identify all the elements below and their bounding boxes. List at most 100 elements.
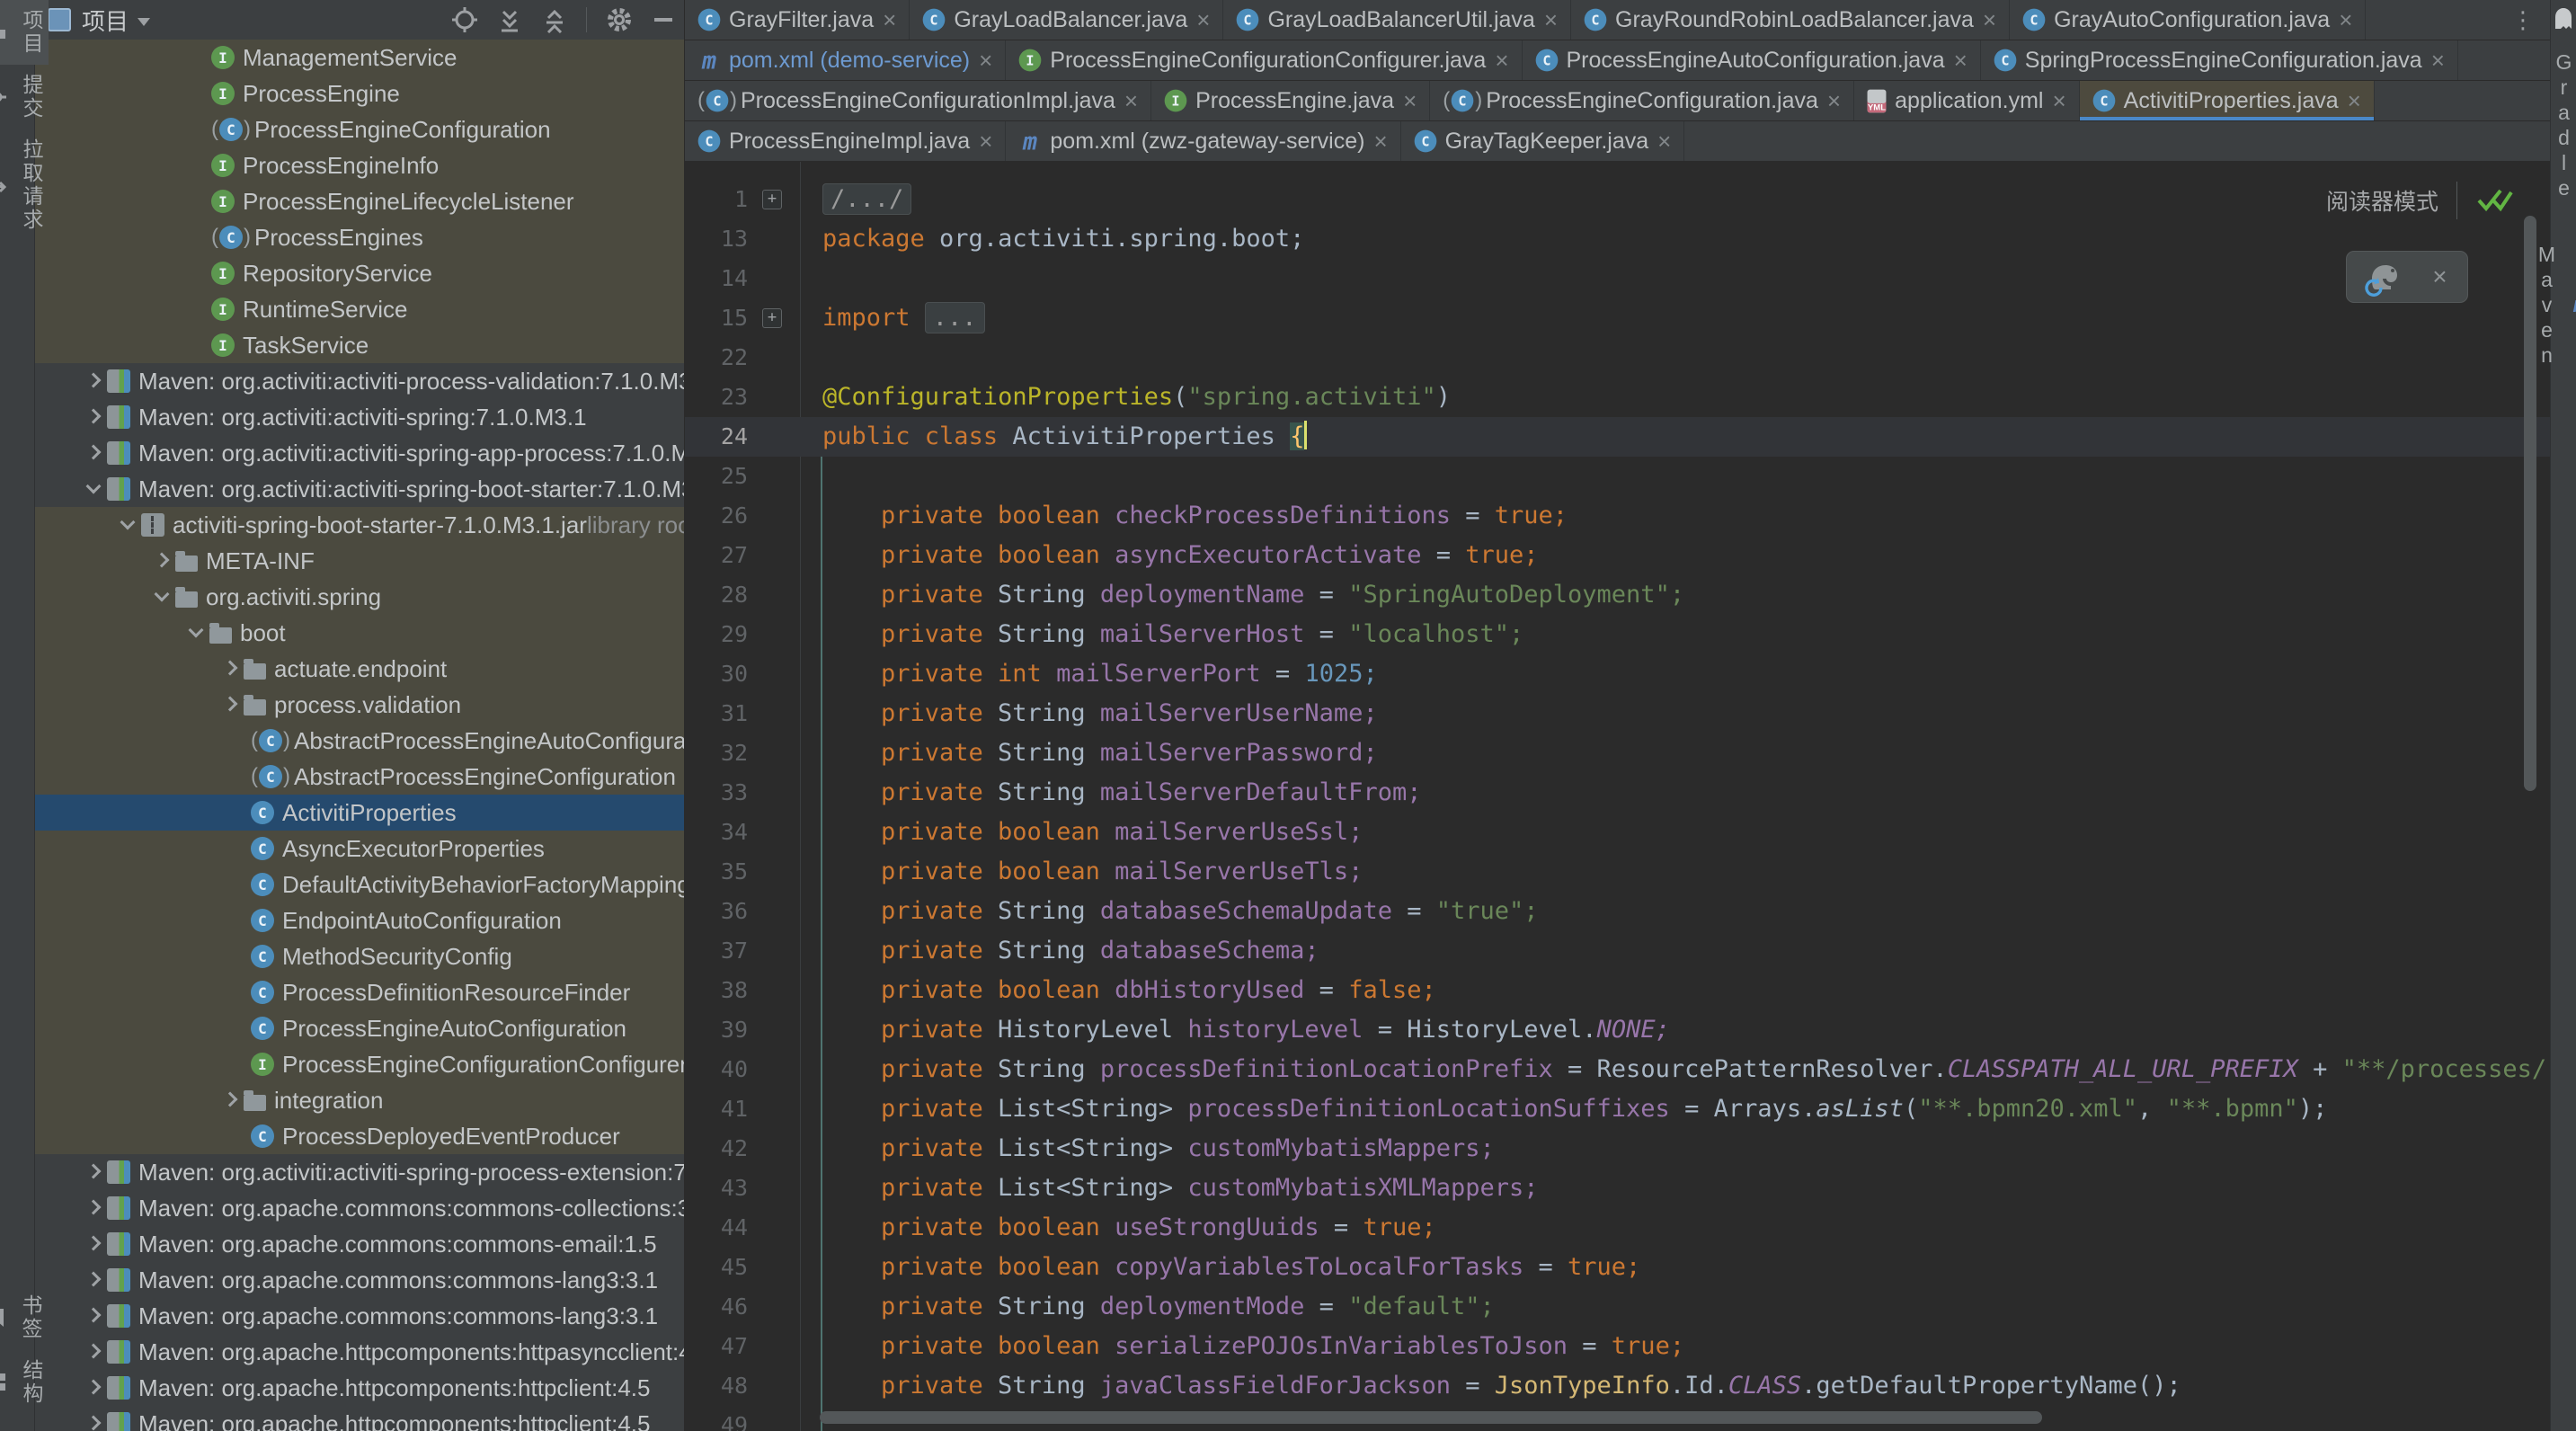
chevron-expanded-icon[interactable] (148, 583, 175, 610)
chevron-collapsed-icon[interactable] (148, 547, 175, 574)
settings-gear-icon[interactable] (605, 5, 634, 34)
tree-row[interactable]: CProcessDefinitionResourceFinder (35, 974, 684, 1010)
chevron-collapsed-icon[interactable] (80, 1302, 107, 1329)
toolwindow-gradle[interactable]: Gradle (2550, 41, 2576, 210)
code-line[interactable]: 33private String mailServerDefaultFrom; (685, 773, 2551, 813)
tree-row[interactable]: (C)AbstractProcessEngineConfiguration (35, 759, 684, 795)
tree-row[interactable]: Maven: org.activiti:activiti-spring-boot… (35, 471, 684, 507)
editor-tab[interactable]: CActivitiProperties.java× (2080, 81, 2375, 120)
code-line[interactable]: 24public class ActivitiProperties { (685, 417, 2551, 457)
inspections-ok-icon[interactable] (2475, 184, 2515, 217)
tree-row[interactable]: Maven: org.activiti:activiti-spring-app-… (35, 435, 684, 471)
chevron-collapsed-icon[interactable] (80, 1231, 107, 1258)
tab-close-icon[interactable]: × (979, 49, 992, 72)
tree-row[interactable]: (C)AbstractProcessEngineAutoConfiguratio… (35, 723, 684, 759)
chevron-collapsed-icon[interactable] (80, 1338, 107, 1365)
chevron-collapsed-icon[interactable] (217, 1087, 244, 1114)
code-line[interactable]: 30private int mailServerPort = 1025; (685, 654, 2551, 694)
tree-row[interactable]: IRepositoryService (35, 255, 684, 291)
code-line[interactable]: 41private List<String> processDefinition… (685, 1089, 2551, 1129)
editor-tab[interactable]: mpom.xml (zwz-gateway-service)× (1006, 121, 1400, 161)
editor-tab[interactable]: (C)ProcessEngineConfiguration.java× (1430, 81, 1854, 120)
tab-close-icon[interactable]: × (2431, 49, 2445, 72)
code-line[interactable]: 27private boolean asyncExecutorActivate … (685, 536, 2551, 575)
code-line[interactable]: 36private String databaseSchemaUpdate = … (685, 892, 2551, 931)
tree-row[interactable]: Maven: org.activiti:activiti-process-val… (35, 363, 684, 399)
code-line[interactable]: 35private boolean mailServerUseTls; (685, 852, 2551, 892)
tree-row[interactable]: activiti-spring-boot-starter-7.1.0.M3.1.… (35, 507, 684, 543)
code-line[interactable]: 40private String processDefinitionLocati… (685, 1050, 2551, 1089)
chevron-collapsed-icon[interactable] (80, 1374, 107, 1401)
toolwindow-maven[interactable]: m Maven (2533, 234, 2576, 378)
tab-close-icon[interactable]: × (1124, 89, 1138, 112)
gradle-reload-widget[interactable]: × (2346, 251, 2468, 303)
tree-row[interactable]: actuate.endpoint (35, 651, 684, 687)
code-line[interactable]: 23@ConfigurationProperties("spring.activ… (685, 378, 2551, 417)
code-line[interactable]: 29private String mailServerHost = "local… (685, 615, 2551, 654)
toolwindow-pull-requests[interactable]: 拉取请求 (0, 129, 49, 241)
tree-row[interactable]: CProcessDeployedEventProducer (35, 1118, 684, 1154)
code-line[interactable]: 31private String mailServerUserName; (685, 694, 2551, 733)
code-line[interactable]: 46private String deploymentMode = "defau… (685, 1287, 2551, 1327)
code-line[interactable]: 45private boolean copyVariablesToLocalFo… (685, 1248, 2551, 1287)
tree-row[interactable]: Maven: org.apache.httpcomponents:httpasy… (35, 1334, 684, 1370)
tree-row[interactable]: CProcessEngineAutoConfiguration (35, 1010, 684, 1046)
code-line[interactable]: 15+import ... (685, 298, 2551, 338)
tab-close-icon[interactable]: × (1827, 89, 1841, 112)
project-panel-title[interactable]: 项目 (82, 4, 129, 37)
editor-tab[interactable]: CGrayLoadBalancer.java× (910, 0, 1223, 40)
tab-close-icon[interactable]: × (2339, 8, 2352, 31)
chevron-collapsed-icon[interactable] (80, 368, 107, 395)
chevron-expanded-icon[interactable] (114, 511, 141, 538)
tree-row[interactable]: IProcessEngineConfigurationConfigurer (35, 1046, 684, 1082)
tree-row[interactable]: CAsyncExecutorProperties (35, 831, 684, 867)
reader-mode-label[interactable]: 阅读器模式 (2326, 184, 2438, 217)
tab-close-icon[interactable]: × (1657, 129, 1671, 153)
tree-row[interactable]: (C)ProcessEngines (35, 219, 684, 255)
code-line[interactable]: 14 (685, 259, 2551, 298)
editor-tab[interactable]: CGrayTagKeeper.java× (1401, 121, 1685, 161)
chevron-collapsed-icon[interactable] (217, 655, 244, 682)
tree-row[interactable]: Maven: org.apache.httpcomponents:httpcli… (35, 1406, 684, 1431)
tree-row[interactable]: CEndpointAutoConfiguration (35, 902, 684, 938)
tree-row[interactable]: boot (35, 615, 684, 651)
chevron-collapsed-icon[interactable] (80, 1267, 107, 1293)
toolwindow-bookmarks[interactable]: 书签 (0, 1285, 48, 1350)
tree-row[interactable]: CMethodSecurityConfig (35, 938, 684, 974)
code-line[interactable]: 13package org.activiti.spring.boot; (685, 219, 2551, 259)
fold-marker-icon[interactable]: + (762, 308, 782, 328)
tab-more-icon[interactable]: ⋮ (2511, 6, 2551, 34)
tab-close-icon[interactable]: × (1495, 49, 1508, 72)
tree-row[interactable]: META-INF (35, 543, 684, 579)
expand-all-icon[interactable] (496, 6, 523, 33)
editor-tab[interactable]: CGrayAutoConfiguration.java× (2010, 0, 2366, 40)
editor-tab[interactable]: IProcessEngineConfigurationConfigurer.ja… (1006, 40, 1522, 80)
toolwindow-commit[interactable]: 提交 (0, 65, 49, 129)
tab-close-icon[interactable]: × (2348, 89, 2361, 112)
hide-panel-icon[interactable] (652, 8, 675, 31)
close-icon[interactable]: × (2432, 262, 2447, 291)
tree-row[interactable]: (C)ProcessEngineConfiguration (35, 111, 684, 147)
tab-close-icon[interactable]: × (1983, 8, 1996, 31)
editor-tab[interactable]: (C)ProcessEngineConfigurationImpl.java× (685, 81, 1151, 120)
code-line[interactable]: 47private boolean serializePOJOsInVariab… (685, 1327, 2551, 1366)
tree-row[interactable]: Maven: org.activiti:activiti-spring:7.1.… (35, 399, 684, 435)
collapse-all-icon[interactable] (541, 6, 568, 33)
editor-tab[interactable]: CGrayFilter.java× (685, 0, 910, 40)
chevron-collapsed-icon[interactable] (80, 1195, 107, 1222)
tree-row[interactable]: IManagementService (35, 40, 684, 76)
code-line[interactable]: 22 (685, 338, 2551, 378)
toolwindow-project[interactable]: 项目 (0, 0, 49, 65)
code-line[interactable]: 42private List<String> customMybatisMapp… (685, 1129, 2551, 1169)
chevron-collapsed-icon[interactable] (80, 1410, 107, 1431)
code-editor[interactable]: 1+/.../13package org.activiti.spring.boo… (685, 162, 2551, 1431)
editor-tab[interactable]: IProcessEngine.java× (1151, 81, 1430, 120)
chevron-down-icon[interactable] (138, 18, 150, 26)
chevron-collapsed-icon[interactable] (80, 404, 107, 431)
code-line[interactable]: 38private boolean dbHistoryUsed = false; (685, 971, 2551, 1010)
tab-close-icon[interactable]: × (1196, 8, 1210, 31)
chevron-expanded-icon[interactable] (80, 476, 107, 502)
code-line[interactable]: 44private boolean useStrongUuids = true; (685, 1208, 2551, 1248)
tree-row[interactable]: IRuntimeService (35, 291, 684, 327)
editor-tab[interactable]: CGrayRoundRobinLoadBalancer.java× (1571, 0, 2010, 40)
